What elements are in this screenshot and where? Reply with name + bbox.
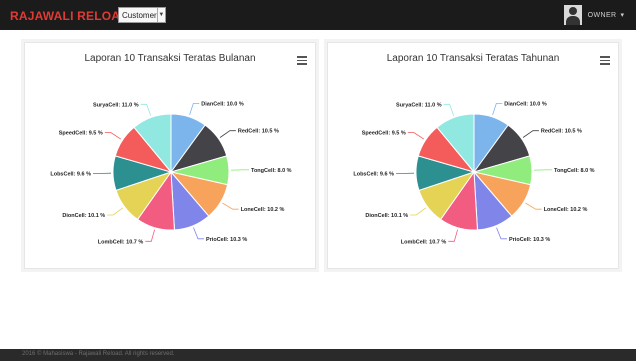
- role-select[interactable]: Customer ▼: [118, 7, 166, 23]
- pie-chart-yearly: DianCell: 10.0 % RedCell: 10.5 % TongCell:…: [353, 102, 595, 246]
- data-label: RedCell: 10.5 %: [238, 129, 279, 135]
- main-content: Laporan 10 Transaksi Teratas Bulanan Dia…: [0, 30, 636, 349]
- user-menu[interactable]: OWNER ▾: [563, 5, 624, 25]
- data-label: PrioCell: 10.3 %: [206, 237, 247, 243]
- chart-title: Laporan 10 Transaksi Teratas Tahunan: [386, 53, 560, 64]
- data-label: LoneCell: 10.2 %: [544, 207, 588, 213]
- footer: 2016 © Mahasiswa - Rajawali Reload. All …: [0, 349, 636, 361]
- label-connector: [193, 227, 204, 240]
- label-connector: [410, 207, 427, 216]
- top-navbar: RAJAWALI RELOAD Customer ▼ OWNER ▾: [0, 0, 636, 30]
- chevron-down-icon[interactable]: ▾: [620, 11, 624, 19]
- brand-logo[interactable]: RAJAWALI RELOAD: [10, 9, 129, 23]
- chart-title: Laporan 10 Transaksi Teratas Bulanan: [84, 53, 256, 64]
- data-label: LobsCell: 9.6 %: [50, 172, 91, 178]
- label-connector: [189, 103, 200, 116]
- data-label: RedCell: 10.5 %: [541, 129, 582, 135]
- pie-chart-monthly: DianCell: 10.0 % RedCell: 10.5 % TongCell:…: [50, 102, 292, 246]
- label-connector: [107, 207, 124, 216]
- role-select-value: Customer: [122, 10, 157, 20]
- data-label: DianCell: 10.0 %: [504, 102, 547, 108]
- label-connector: [522, 130, 539, 138]
- data-label: PrioCell: 10.3 %: [509, 237, 550, 243]
- label-connector: [492, 103, 503, 116]
- chart-panel-monthly: Laporan 10 Transaksi Teratas Bulanan Dia…: [24, 42, 316, 269]
- label-connector: [140, 103, 152, 116]
- data-label: LoneCell: 10.2 %: [241, 207, 285, 213]
- data-label: DionCell: 10.1 %: [62, 213, 105, 219]
- label-connector: [448, 229, 458, 242]
- label-connector: [443, 103, 455, 116]
- data-label: SuryaCell: 11.0 %: [93, 102, 139, 108]
- data-label: SpeedCell: 9.5 %: [59, 131, 103, 137]
- label-connector: [145, 229, 155, 242]
- hamburger-menu-icon[interactable]: [297, 56, 307, 67]
- footer-text: 2016 © Mahasiswa - Rajawali Reload. All …: [22, 351, 175, 357]
- label-connector: [496, 227, 507, 240]
- data-label: SpeedCell: 9.5 %: [362, 131, 406, 137]
- user-name: OWNER: [587, 11, 617, 19]
- data-label: DianCell: 10.0 %: [201, 102, 244, 108]
- user-avatar-icon: [563, 5, 582, 25]
- data-label: LombCell: 10.7 %: [401, 239, 447, 245]
- data-label: LobsCell: 9.6 %: [353, 172, 394, 178]
- chart-panel-yearly: Laporan 10 Transaksi Teratas Tahunan Dia…: [327, 42, 619, 269]
- data-label: DionCell: 10.1 %: [365, 213, 408, 219]
- hamburger-menu-icon[interactable]: [600, 56, 610, 67]
- data-label: LombCell: 10.7 %: [98, 239, 144, 245]
- data-label: SuryaCell: 11.0 %: [396, 102, 442, 108]
- chevron-down-icon[interactable]: ▼: [156, 8, 165, 22]
- label-connector: [104, 132, 122, 140]
- label-connector: [222, 202, 239, 210]
- label-connector: [219, 130, 236, 138]
- label-connector: [407, 132, 425, 140]
- data-label: TongCell: 8.0 %: [554, 168, 595, 174]
- label-connector: [525, 202, 542, 210]
- data-label: TongCell: 8.0 %: [251, 168, 292, 174]
